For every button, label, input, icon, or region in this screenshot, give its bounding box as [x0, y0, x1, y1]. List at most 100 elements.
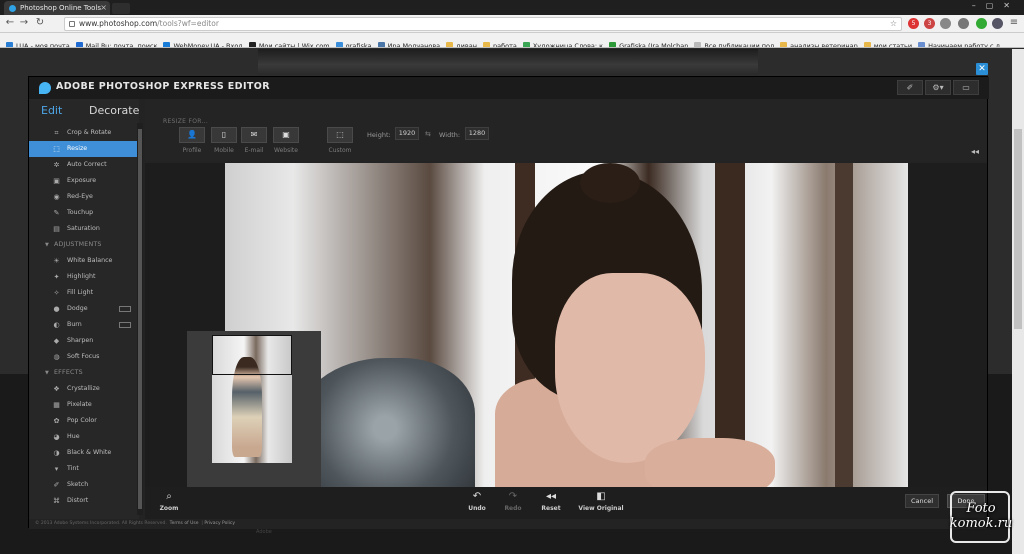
profile-icon[interactable]: 👤	[179, 127, 205, 143]
bookmark-item[interactable]: Grafiska (Ira Molchan	[609, 39, 688, 47]
tool-item[interactable]: ▦ Pixelate	[29, 397, 137, 413]
extension-icon[interactable]: 3	[924, 18, 935, 29]
close-editor-icon[interactable]: ✕	[976, 63, 988, 75]
hero-image	[258, 49, 758, 75]
preset-email-button[interactable]: ✉ E-mail	[241, 127, 267, 154]
tool-item[interactable]: ☀ White Balance	[29, 253, 137, 269]
url-input[interactable]: www.photoshop.com/tools?wf=editor ☆	[64, 17, 902, 31]
page-scrollbar[interactable]	[1012, 49, 1024, 554]
bookmark-star-icon[interactable]: ☆	[890, 18, 897, 30]
tab-edit[interactable]: Edit	[41, 104, 62, 117]
browser-tab[interactable]: Photoshop Online Tools ×	[4, 1, 110, 15]
bookmark-icon	[918, 42, 926, 47]
tool-item[interactable]: ▤ Saturation	[29, 221, 137, 237]
tool-item[interactable]: ⌘ Distort	[29, 493, 137, 509]
custom-size-label: Custom	[328, 147, 352, 154]
settings-gear-icon[interactable]: ⚙▾	[925, 80, 951, 95]
extension-icon[interactable]	[992, 18, 1003, 29]
reset-button[interactable]: ◂◂ Reset	[531, 491, 571, 512]
bookmark-item[interactable]: Mail.Ru: почта, поиск	[75, 39, 157, 47]
page-scrollbar-thumb[interactable]	[1014, 129, 1022, 329]
sidebar-scrollbar-thumb[interactable]	[138, 129, 142, 509]
tool-item[interactable]: ◑ Black & White	[29, 445, 137, 461]
tool-item[interactable]: ❖ Crystallize	[29, 381, 137, 397]
fullscreen-icon[interactable]: ▭	[953, 80, 979, 95]
tool-item[interactable]: ◉ Red-Eye	[29, 189, 137, 205]
forward-icon[interactable]: →	[18, 17, 30, 28]
tool-label: Pop Color	[67, 417, 97, 424]
section-header[interactable]: ▼ ADJUSTMENTS	[29, 237, 137, 253]
back-icon[interactable]: ←	[4, 17, 16, 28]
privacy-link[interactable]: Privacy Policy	[204, 521, 235, 526]
tool-item[interactable]: ⬚ Resize	[29, 141, 137, 157]
bottom-toolbar: ⌕ Zoom ↶ Undo ↷ Redo ◂◂ Reset ◧ View Ori…	[145, 487, 987, 519]
tool-item[interactable]: ✲ Auto Correct	[29, 157, 137, 173]
menu-icon[interactable]: ≡	[1008, 17, 1020, 28]
window-controls[interactable]: –▢✕	[972, 1, 1020, 10]
bookmark-item[interactable]: диван	[446, 39, 477, 47]
height-field[interactable]: 1920	[395, 127, 419, 140]
mobile-icon[interactable]: ▯	[211, 127, 237, 143]
preset-website-button[interactable]: ▣ Website	[273, 127, 299, 154]
cancel-button[interactable]: Cancel	[905, 494, 939, 508]
extension-icon[interactable]	[958, 18, 969, 29]
tool-item[interactable]: ◆ Sharpen	[29, 333, 137, 349]
website-icon[interactable]: ▣	[273, 127, 299, 143]
email-icon[interactable]: ✉	[241, 127, 267, 143]
tool-item[interactable]: ✎ Touchup	[29, 205, 137, 221]
bookmark-item[interactable]: Художница Слова: к	[522, 39, 603, 47]
preset-mobile-button[interactable]: ▯ Mobile	[211, 127, 237, 154]
custom-size-button[interactable]: ⬚ Custom	[327, 127, 353, 154]
eraser-icon[interactable]: ✐	[897, 80, 923, 95]
sidebar-scrollbar[interactable]	[137, 123, 143, 515]
custom-size-icon[interactable]: ⬚	[327, 127, 353, 143]
terms-link[interactable]: Terms of Use	[170, 521, 199, 526]
bookmark-item[interactable]: анализы ветеринар	[780, 39, 858, 47]
tool-item[interactable]: ✿ Pop Color	[29, 413, 137, 429]
collapse-panel-icon[interactable]: ◂◂	[971, 147, 979, 156]
new-tab-button[interactable]	[112, 3, 130, 14]
bookmark-item[interactable]: Мои сайты | Wix.com	[248, 39, 330, 47]
tool-item[interactable]: ◐ Burn	[29, 317, 137, 333]
tool-item[interactable]: ✧ Fill Light	[29, 285, 137, 301]
section-label: EFFECTS	[54, 369, 83, 376]
width-field[interactable]: 1280	[465, 127, 489, 140]
editor-title: ADOBE PHOTOSHOP EXPRESS EDITOR	[56, 81, 270, 92]
view-original-button[interactable]: ◧ View Original	[571, 491, 631, 512]
tool-item[interactable]: ▾ Tint	[29, 461, 137, 477]
undo-button[interactable]: ↶ Undo	[457, 491, 497, 512]
reload-icon[interactable]: ↻	[34, 17, 46, 28]
navigator-thumbnail[interactable]	[187, 331, 321, 487]
close-tab-icon[interactable]: ×	[100, 1, 107, 15]
tab-decorate[interactable]: Decorate	[89, 104, 139, 117]
bookmark-item[interactable]: Начинаем работу с д	[918, 39, 1000, 47]
edited-photo[interactable]	[225, 163, 908, 487]
redo-button[interactable]: ↷ Redo	[493, 491, 533, 512]
tool-item[interactable]: ◍ Soft Focus	[29, 349, 137, 365]
bookmark-item[interactable]: grafiska	[335, 39, 372, 47]
tool-item[interactable]: ◕ Hue	[29, 429, 137, 445]
bookmark-icon	[6, 42, 13, 47]
bookmark-item[interactable]: работа	[482, 39, 517, 47]
link-aspect-icon[interactable]: ⇆	[425, 130, 431, 138]
zoom-button[interactable]: ⌕ Zoom	[149, 491, 189, 512]
extension-icon[interactable]	[976, 18, 987, 29]
bookmark-item[interactable]: Все публикации пол	[694, 39, 774, 47]
extension-icon[interactable]	[940, 18, 951, 29]
bookmark-item[interactable]: WebMoney.UA - Вход	[163, 39, 243, 47]
bookmark-item[interactable]: LUA - моя почта	[6, 39, 70, 47]
bookmark-item[interactable]: мои статьи	[863, 39, 912, 47]
preset-profile-button[interactable]: 👤 Profile	[179, 127, 205, 154]
viewport-selection[interactable]	[212, 335, 292, 375]
section-header[interactable]: ▼ EFFECTS	[29, 365, 137, 381]
image-canvas[interactable]	[145, 163, 987, 487]
highlight-icon: ✦	[53, 273, 60, 281]
tool-item[interactable]: ✐ Sketch	[29, 477, 137, 493]
bookmark-item[interactable]: Ира Молчанова	[377, 39, 440, 47]
extension-icon[interactable]: 5	[908, 18, 919, 29]
tool-item[interactable]: ▣ Exposure	[29, 173, 137, 189]
tool-item[interactable]: ● Dodge	[29, 301, 137, 317]
tool-item[interactable]: ⌗ Crop & Rotate	[29, 125, 137, 141]
photo-face	[555, 273, 705, 463]
tool-item[interactable]: ✦ Highlight	[29, 269, 137, 285]
